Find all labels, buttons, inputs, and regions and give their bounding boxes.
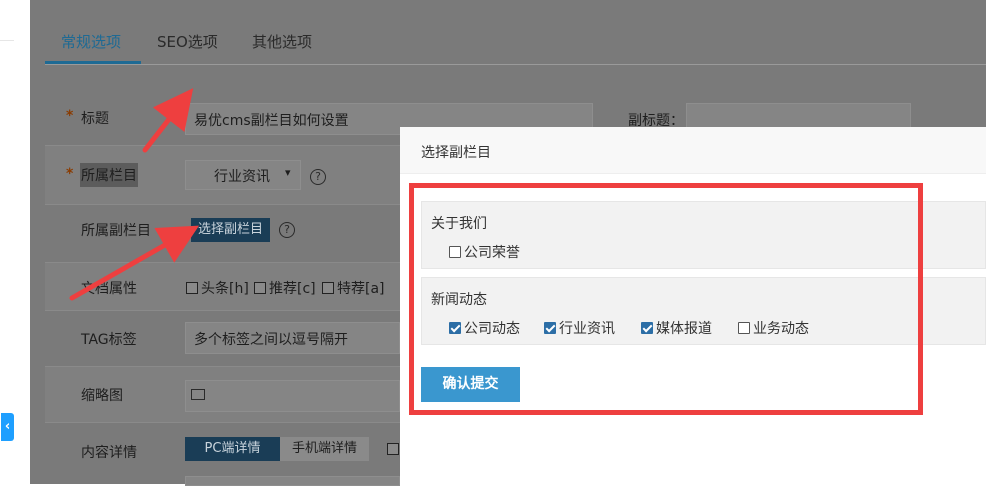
tab-mobile-detail[interactable]: 手机端详情 bbox=[280, 437, 369, 461]
required-mark: * bbox=[66, 166, 74, 182]
column-select[interactable]: 行业资讯 bbox=[185, 160, 301, 190]
thumb-label: 缩略图 bbox=[81, 388, 123, 404]
attr-special[interactable]: 特荐[a] bbox=[322, 278, 385, 298]
column-value: 行业资讯 bbox=[214, 169, 270, 185]
dialog-title: 选择副栏目 bbox=[421, 145, 491, 161]
sidebar-divider bbox=[0, 40, 14, 41]
image-icon[interactable] bbox=[191, 389, 205, 400]
checkbox[interactable] bbox=[322, 282, 334, 294]
checkbox[interactable] bbox=[387, 443, 399, 455]
tag-label: TAG标签 bbox=[81, 332, 137, 348]
title-label: 标题 bbox=[81, 111, 109, 127]
attr-label: 文档属性 bbox=[81, 281, 137, 297]
tag-placeholder: 多个标签之间以逗号隔开 bbox=[194, 332, 348, 348]
editor-area[interactable] bbox=[185, 476, 400, 486]
tag-input[interactable]: 多个标签之间以逗号隔开 bbox=[185, 322, 400, 354]
attr-recommend[interactable]: 推荐[c] bbox=[254, 278, 316, 298]
subcolumn-label: 所属副栏目 bbox=[81, 223, 151, 239]
attr-headline[interactable]: 头条[h] bbox=[186, 278, 249, 298]
active-tab-indicator bbox=[45, 61, 141, 64]
collapse-arrow-icon[interactable]: ‹ bbox=[1, 413, 14, 441]
thumb-input[interactable] bbox=[185, 380, 400, 412]
help-icon[interactable]: ? bbox=[310, 169, 326, 185]
required-mark: * bbox=[66, 108, 74, 124]
tab-other[interactable]: 其他选项 bbox=[252, 31, 312, 51]
checkbox[interactable] bbox=[186, 282, 198, 294]
help-icon[interactable]: ? bbox=[279, 222, 295, 238]
annotation-highlight-box bbox=[409, 183, 923, 415]
column-label: 所属栏目 bbox=[80, 163, 138, 187]
checkbox[interactable] bbox=[254, 282, 266, 294]
select-subcolumn-button[interactable]: 选择副栏目 bbox=[191, 218, 270, 242]
sidebar bbox=[0, 0, 30, 484]
tab-pc-detail[interactable]: PC端详情 bbox=[185, 437, 280, 461]
title-value: 易优cms副栏目如何设置 bbox=[194, 113, 349, 129]
content-label: 内容详情 bbox=[81, 445, 137, 461]
tab-general[interactable]: 常规选项 bbox=[61, 31, 121, 51]
tab-seo[interactable]: SEO选项 bbox=[157, 31, 218, 51]
chevron-down-icon: ▾ bbox=[285, 166, 291, 179]
